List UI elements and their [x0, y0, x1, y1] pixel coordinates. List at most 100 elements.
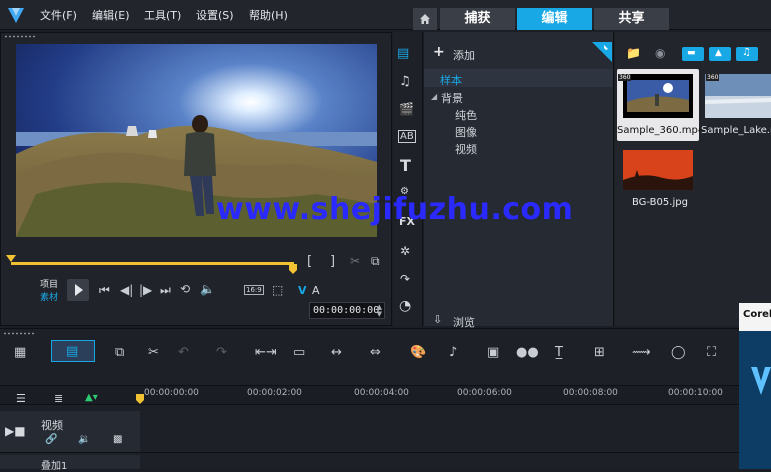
- go-to-end-icon[interactable]: ⏭: [160, 283, 171, 298]
- timecode-display[interactable]: 00:00:00:00 ▲ ▼: [309, 302, 385, 319]
- video-filter-icon: ▬: [687, 48, 696, 58]
- track-volume-icon[interactable]: 🔉: [78, 434, 90, 445]
- track-manager-icon[interactable]: ☰: [16, 392, 26, 405]
- pin-panel-button[interactable]: [592, 42, 612, 62]
- insert-track-icon[interactable]: ▲▾: [85, 392, 98, 403]
- panel-grip[interactable]: [3, 332, 35, 335]
- split-screen-icon[interactable]: ⊞: [594, 345, 605, 360]
- mask-creator-icon[interactable]: ●●: [516, 345, 539, 360]
- path-library-icon[interactable]: ↷: [400, 272, 410, 286]
- undo-icon[interactable]: ↶: [178, 345, 189, 360]
- slip-edit-icon[interactable]: ↔: [331, 345, 342, 360]
- photo-filter-icon: ▲: [715, 48, 722, 58]
- record-icon[interactable]: ◉: [655, 46, 665, 60]
- tree-item-image[interactable]: 图像: [455, 124, 477, 140]
- show-photos-button[interactable]: ▲: [709, 47, 731, 61]
- menu-help[interactable]: 帮助(H): [249, 7, 288, 23]
- effects-library-icon[interactable]: ✲: [400, 244, 410, 258]
- motion-tracking-icon[interactable]: ⟿: [632, 345, 651, 360]
- play-button[interactable]: [67, 279, 89, 301]
- toolbar-options-icon[interactable]: ⧉: [115, 345, 124, 360]
- record-screen-icon[interactable]: ⛶: [707, 345, 716, 360]
- browse-icon[interactable]: ⇩: [433, 313, 442, 326]
- add-folder-button[interactable]: 添加: [453, 47, 475, 63]
- snapshot-icon[interactable]: ⧉: [371, 254, 380, 269]
- color-grading-icon[interactable]: 🎨: [410, 345, 426, 360]
- title-editor-icon[interactable]: T̲: [555, 345, 563, 360]
- tab-edit[interactable]: 编辑: [517, 8, 592, 30]
- show-audio-button[interactable]: ♫: [736, 47, 758, 61]
- clip-mode-label[interactable]: 素材: [40, 290, 58, 303]
- overlay-track-header[interactable]: 叠加1: [0, 455, 140, 472]
- previous-frame-icon[interactable]: ◀|: [120, 283, 133, 297]
- tab-capture[interactable]: 捕获: [440, 8, 515, 30]
- audio-track-toggle[interactable]: A: [312, 284, 320, 297]
- show-videos-button[interactable]: ▬: [682, 47, 704, 61]
- split-clip-icon[interactable]: ✂: [350, 254, 360, 268]
- multicam-icon[interactable]: ▣: [487, 345, 499, 360]
- ruler-tick-label: 00:00:10:00: [668, 388, 723, 398]
- video-track-header[interactable]: ▶■ 视频 🔗 🔉 ▩: [0, 411, 140, 453]
- media-thumbnail[interactable]: 360 Sample_Lake.m: [701, 69, 771, 141]
- timeline-playhead-icon[interactable]: [136, 389, 144, 404]
- project-mode-label[interactable]: 项目: [40, 277, 58, 290]
- resize-icon[interactable]: ⬚: [272, 283, 283, 297]
- next-frame-icon[interactable]: |▶: [139, 283, 152, 297]
- tree-item-samples-row[interactable]: 样本: [424, 69, 613, 87]
- trim-handle-end[interactable]: [289, 259, 297, 274]
- tree-item-samples: 样本: [440, 74, 462, 87]
- tab-share[interactable]: 共享: [594, 8, 669, 30]
- menu-settings[interactable]: 设置(S): [196, 7, 234, 23]
- menu-file[interactable]: 文件(F): [40, 7, 77, 23]
- tree-item-solid-color[interactable]: 纯色: [455, 107, 477, 123]
- ripple-edit-icon[interactable]: ▩: [113, 434, 122, 445]
- fit-project-icon[interactable]: ⇤⇥: [255, 345, 277, 360]
- home-icon: [420, 14, 430, 24]
- chapter-point-icon[interactable]: ≣: [54, 392, 63, 405]
- media-thumbnail[interactable]: BG-B05.jpg: [617, 144, 699, 212]
- media-thumbnail[interactable]: 360 Sample_360.mp4: [617, 69, 704, 141]
- aspect-ratio-button[interactable]: 16:9: [244, 285, 264, 295]
- volume-icon[interactable]: 🔈: [200, 282, 215, 296]
- preview-panel: [ ] ✂ ⧉ 项目 素材 ⏮ ◀| |▶ ⏭ ⟲ 🔈 16:9 ⬚ V A 0…: [0, 32, 392, 326]
- instant-project-icon[interactable]: 🎬: [399, 102, 414, 116]
- collapse-arrow-icon[interactable]: ◢: [431, 92, 437, 101]
- transition-library-icon[interactable]: AB: [398, 130, 416, 143]
- tree-item-video[interactable]: 视频: [455, 141, 477, 157]
- audio-mixer-icon[interactable]: ♪: [449, 345, 457, 360]
- timeline-view-button[interactable]: ▤: [51, 340, 95, 362]
- media-library-icon[interactable]: ▤: [397, 46, 419, 64]
- menu-tools[interactable]: 工具(T): [144, 7, 181, 23]
- watermark-text: www.shejifuzhu.com: [216, 192, 574, 227]
- timecode-stepper-icon[interactable]: ▲ ▼: [377, 304, 382, 318]
- speed-icon[interactable]: ◔: [399, 298, 411, 314]
- motion-path-icon[interactable]: ◯: [671, 345, 686, 360]
- add-icon[interactable]: +: [433, 44, 445, 60]
- mark-out-button[interactable]: ]: [330, 254, 335, 269]
- redo-icon[interactable]: ↷: [216, 345, 227, 360]
- repeat-icon[interactable]: ⟲: [180, 282, 190, 296]
- audio-library-icon[interactable]: ♫: [399, 74, 411, 89]
- storyboard-view-icon[interactable]: ▦: [14, 345, 26, 360]
- corel-popup[interactable]: Corel: [739, 303, 771, 469]
- tools-icon[interactable]: ✂: [148, 345, 159, 360]
- thumbnail-label: Sample_Lake.m: [701, 125, 771, 136]
- go-to-start-icon[interactable]: ⏮: [99, 283, 110, 298]
- playhead-marker[interactable]: [6, 250, 16, 262]
- panel-grip[interactable]: [4, 35, 36, 38]
- import-media-icon[interactable]: 📁: [626, 46, 641, 60]
- video-track-toggle[interactable]: V: [298, 284, 307, 297]
- multi-trim-icon[interactable]: ⇔: [370, 345, 381, 360]
- mark-in-button[interactable]: [: [307, 254, 312, 269]
- tree-item-backgrounds[interactable]: 背景: [441, 90, 463, 106]
- link-icon[interactable]: 🔗: [45, 434, 57, 445]
- title-library-icon[interactable]: T: [400, 156, 411, 175]
- 360-badge-icon: 360: [618, 74, 632, 81]
- scrubber-bar[interactable]: [11, 262, 294, 265]
- timecode-value: 00:00:00:00: [313, 305, 380, 316]
- subtitle-editor-icon[interactable]: ▭: [293, 345, 305, 360]
- menu-edit[interactable]: 编辑(E): [92, 7, 130, 23]
- video-track-lane[interactable]: [141, 411, 739, 453]
- tab-home[interactable]: [413, 8, 437, 30]
- overlay-track-lane[interactable]: [141, 455, 739, 469]
